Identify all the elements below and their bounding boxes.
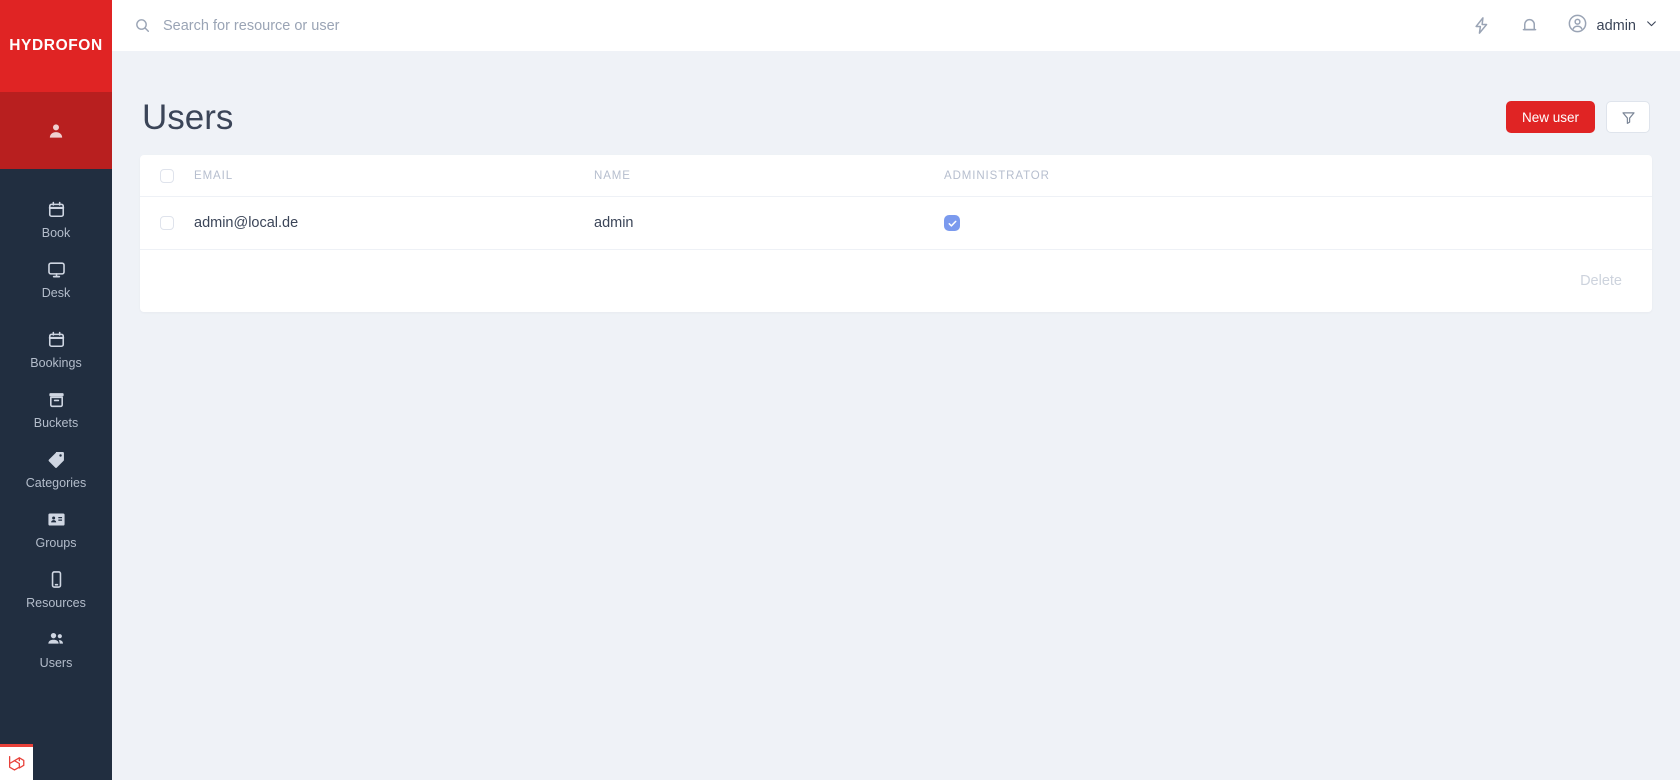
sidebar-item-label: Categories: [25, 476, 87, 490]
sidebar-item-label: Bookings: [30, 356, 82, 370]
table-header-row: EMAIL NAME ADMINISTRATOR: [140, 155, 1652, 197]
search-icon: [134, 17, 151, 34]
sidebar-item-buckets[interactable]: Buckets: [0, 379, 112, 439]
user-menu[interactable]: admin: [1567, 13, 1659, 39]
sidebar: HYDROFON Book Desk Bookings Buckets Cate…: [0, 0, 112, 780]
sidebar-item-label: Resources: [26, 596, 86, 610]
calendar-icon: [47, 198, 66, 220]
brand-name: HYDROFON: [9, 37, 103, 54]
sidebar-item-resources[interactable]: Resources: [0, 559, 112, 619]
laravel-logo[interactable]: [0, 744, 33, 780]
delete-button[interactable]: Delete: [1580, 273, 1622, 289]
table-footer: Delete: [140, 250, 1652, 312]
filter-funnel-icon: [1621, 110, 1636, 125]
bell-icon[interactable]: [1517, 13, 1543, 39]
sidebar-item-groups[interactable]: Groups: [0, 499, 112, 559]
row-select-cell: [140, 196, 194, 250]
column-header-name[interactable]: NAME: [594, 155, 944, 197]
page-content: Users New user EMAIL NAME ADMINISTRATOR …: [112, 51, 1680, 780]
table-row[interactable]: admin@local.de admin: [140, 196, 1652, 250]
table-head: EMAIL NAME ADMINISTRATOR: [140, 155, 1652, 197]
select-all-checkbox[interactable]: [160, 169, 174, 183]
sidebar-nav: Book Desk Bookings Buckets Categories Gr…: [0, 169, 112, 679]
cell-administrator: [944, 196, 1652, 250]
archive-icon: [47, 388, 66, 410]
sidebar-item-categories[interactable]: Categories: [0, 439, 112, 499]
lightning-bolt-icon[interactable]: [1469, 13, 1495, 39]
column-header-administrator[interactable]: ADMINISTRATOR: [944, 155, 1652, 197]
sidebar-item-label: Users: [39, 656, 73, 670]
sidebar-item-label: Desk: [41, 286, 71, 300]
topbar: admin: [112, 0, 1680, 51]
brand-logo[interactable]: HYDROFON: [0, 0, 112, 92]
sidebar-item-desk[interactable]: Desk: [0, 249, 112, 309]
users-table: EMAIL NAME ADMINISTRATOR admin@local.de …: [140, 155, 1652, 250]
calendar-icon: [47, 328, 66, 350]
search-bar[interactable]: [134, 17, 1469, 34]
search-input[interactable]: [163, 17, 583, 34]
laravel-logo-icon: [6, 753, 27, 774]
sidebar-item-bookings[interactable]: Bookings: [0, 319, 112, 379]
monitor-icon: [47, 258, 66, 280]
sidebar-profile-block[interactable]: [0, 92, 112, 169]
topbar-actions: admin: [1469, 13, 1659, 39]
page-header: Users New user: [140, 79, 1652, 155]
chevron-down-icon: [1645, 17, 1658, 35]
user-menu-label: admin: [1596, 17, 1637, 34]
select-all-cell: [140, 155, 194, 197]
users-icon: [46, 628, 66, 650]
check-circle-icon: [944, 215, 960, 231]
mobile-icon: [47, 568, 66, 590]
filter-button[interactable]: [1606, 101, 1650, 133]
page-title: Users: [142, 97, 234, 137]
sidebar-item-label: Buckets: [33, 416, 79, 430]
app-root: HYDROFON Book Desk Bookings Buckets Cate…: [0, 0, 1680, 780]
row-checkbox[interactable]: [160, 216, 174, 231]
user-icon: [46, 121, 66, 141]
main-area: admin Users New user: [112, 0, 1680, 780]
users-table-card: EMAIL NAME ADMINISTRATOR admin@local.de …: [140, 155, 1652, 312]
sidebar-item-users[interactable]: Users: [0, 619, 112, 679]
cell-name: admin: [594, 196, 944, 250]
cell-email: admin@local.de: [194, 196, 594, 250]
id-card-icon: [47, 508, 66, 530]
sidebar-item-label: Book: [41, 226, 71, 240]
sidebar-item-book[interactable]: Book: [0, 189, 112, 249]
column-header-email[interactable]: EMAIL: [194, 155, 594, 197]
new-user-button[interactable]: New user: [1505, 101, 1595, 133]
user-circle-icon: [1567, 13, 1588, 39]
page-actions: New user: [1505, 101, 1650, 133]
sidebar-item-label: Groups: [35, 536, 77, 550]
table-body: admin@local.de admin: [140, 196, 1652, 250]
tag-icon: [47, 448, 66, 470]
